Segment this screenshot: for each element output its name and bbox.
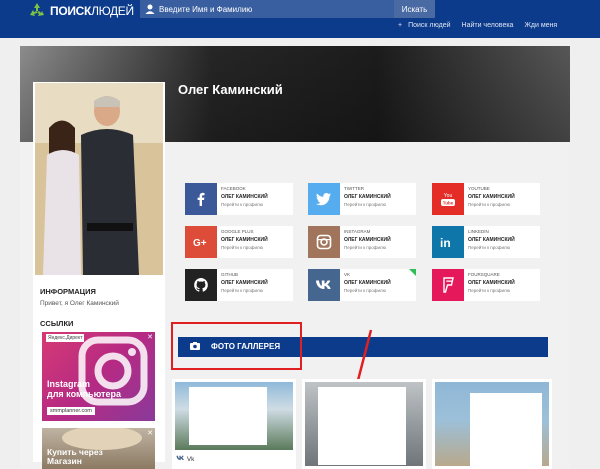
- search-box: [140, 0, 394, 18]
- social-network: VK: [344, 272, 351, 277]
- social-go-link[interactable]: Перейти к профилю: [468, 202, 510, 207]
- ad-title-line2: для компьютера: [47, 389, 121, 399]
- social-go-link[interactable]: Перейти к профилю: [344, 245, 386, 250]
- logo-text-thin: ЛЮДЕЙ: [91, 3, 134, 18]
- social-username: ОЛЕГ КАМИНСКИЙ: [221, 237, 268, 243]
- social-go-link[interactable]: Перейти к профилю: [468, 245, 510, 250]
- google-plus-icon: G+: [185, 226, 217, 258]
- gallery-photo-3[interactable]: [432, 379, 552, 469]
- github-icon: [185, 269, 217, 301]
- vk-icon: [176, 455, 184, 460]
- social-tile-youtube[interactable]: You Tube YOUTUBE ОЛЕГ КАМИНСКИЙ Перейти к…: [432, 183, 540, 215]
- vk-icon: [308, 269, 340, 301]
- ad-banner-2[interactable]: ✕ Купить через Магазин: [42, 428, 155, 469]
- linkedin-icon: in: [432, 226, 464, 258]
- social-username: ОЛЕГ КАМИНСКИЙ: [221, 280, 268, 286]
- info-text: Привет, я Олег Каминский: [40, 300, 119, 307]
- social-network: GITHUB: [221, 272, 239, 277]
- recycle-logo-icon: [30, 3, 44, 16]
- social-username: ОЛЕГ КАМИНСКИЙ: [344, 194, 391, 200]
- social-tile-twitter[interactable]: TWITTER ОЛЕГ КАМИНСКИЙ Перейти к профилю: [308, 183, 416, 215]
- gallery-photo-2[interactable]: [302, 379, 426, 469]
- redacted-area: [470, 393, 542, 469]
- social-tile-linkedin[interactable]: in LINKEDIN ОЛЕГ КАМИНСКИЙ Перейти к про…: [432, 226, 540, 258]
- social-network: LINKEDIN: [468, 229, 489, 234]
- profile-photo[interactable]: [35, 83, 163, 275]
- nav-item-search-people[interactable]: Поиск людей: [408, 22, 450, 29]
- person-icon: [145, 4, 155, 14]
- social-tile-facebook[interactable]: FACEBOOK ОЛЕГ КАМИНСКИЙ Перейти к профил…: [185, 183, 293, 215]
- profile-name: Олег Каминский: [178, 82, 283, 97]
- top-nav: + Поиск людей Найти человека Жди меня: [398, 22, 568, 29]
- social-username: ОЛЕГ КАМИНСКИЙ: [344, 237, 391, 243]
- logo-text-bold: ПОИСК: [50, 3, 92, 18]
- social-tile-instagram[interactable]: INSTAGRAM ОЛЕГ КАМИНСКИЙ Перейти к профи…: [308, 226, 416, 258]
- active-marker: [409, 269, 416, 276]
- redacted-area: [189, 387, 267, 445]
- nav-plus[interactable]: +: [398, 22, 402, 29]
- links-title: ССЫЛКИ: [40, 319, 74, 328]
- ad-badge: Яндекс.Директ: [46, 334, 85, 342]
- social-go-link[interactable]: Перейти к профилю: [221, 245, 263, 250]
- ad-banner-instagram[interactable]: Яндекс.Директ ✕ Instagram для компьютера…: [42, 332, 155, 421]
- svg-text:You: You: [444, 193, 453, 199]
- social-network: TWITTER: [344, 186, 364, 191]
- ad-title-line1: Instagram: [47, 379, 91, 389]
- social-tile-vk[interactable]: VK ОЛЕГ КАМИНСКИЙ Перейти к профилю: [308, 269, 416, 301]
- search-button[interactable]: Искать: [394, 0, 435, 18]
- social-go-link[interactable]: Перейти к профилю: [344, 202, 386, 207]
- logo-text: ПОИСКЛЮДЕЙ: [50, 4, 134, 18]
- svg-text:G+: G+: [193, 238, 207, 248]
- twitter-icon: [308, 183, 340, 215]
- youtube-icon: You Tube: [432, 183, 464, 215]
- profile-photo-image: [35, 83, 163, 275]
- gallery-photo-1[interactable]: Vk: [172, 379, 296, 469]
- social-network: INSTAGRAM: [344, 229, 371, 234]
- svg-text:in: in: [440, 236, 451, 249]
- info-title: ИНФОРМАЦИЯ: [40, 287, 96, 296]
- social-username: ОЛЕГ КАМИНСКИЙ: [344, 280, 391, 286]
- social-username: ОЛЕГ КАМИНСКИЙ: [468, 237, 515, 243]
- ad-title: Instagram для компьютера: [47, 379, 121, 399]
- social-go-link[interactable]: Перейти к профилю: [468, 288, 510, 293]
- social-go-link[interactable]: Перейти к профилю: [344, 288, 386, 293]
- social-network: YOUTUBE: [468, 186, 490, 191]
- nav-item-find-person[interactable]: Найти человека: [462, 22, 514, 29]
- svg-text:Tube: Tube: [443, 201, 454, 206]
- social-username: ОЛЕГ КАМИНСКИЙ: [468, 194, 515, 200]
- gallery-caption-text: Vk: [186, 456, 195, 463]
- search-input[interactable]: [159, 4, 389, 14]
- instagram-icon: [308, 226, 340, 258]
- ad-link[interactable]: smmplanner.com: [47, 407, 95, 415]
- social-tile-foursquare[interactable]: FOURSQUARE ОЛЕГ КАМИНСКИЙ Перейти к проф…: [432, 269, 540, 301]
- social-username: ОЛЕГ КАМИНСКИЙ: [468, 280, 515, 286]
- social-network: GOOGLE PLUS: [221, 229, 254, 234]
- social-network: FACEBOOK: [221, 186, 246, 191]
- social-username: ОЛЕГ КАМИНСКИЙ: [221, 194, 268, 200]
- social-tile-google-plus[interactable]: G+ GOOGLE PLUS ОЛЕГ КАМИНСКИЙ Перейти к …: [185, 226, 293, 258]
- site-logo[interactable]: ПОИСКЛЮДЕЙ: [28, 2, 134, 19]
- close-icon[interactable]: ✕: [147, 429, 153, 437]
- redacted-area: [318, 387, 406, 465]
- ad2-title: Купить через Магазин: [47, 448, 103, 466]
- close-icon[interactable]: ✕: [147, 333, 153, 341]
- gallery-caption: Vk: [176, 455, 194, 463]
- social-go-link[interactable]: Перейти к профилю: [221, 288, 263, 293]
- facebook-icon: [185, 183, 217, 215]
- ad2-title-line2: Магазин: [47, 456, 82, 466]
- social-network: FOURSQUARE: [468, 272, 500, 277]
- social-tile-github[interactable]: GITHUB ОЛЕГ КАМИНСКИЙ Перейти к профилю: [185, 269, 293, 301]
- highlight-annotation-box: [171, 322, 302, 370]
- nav-item-wait-for-me[interactable]: Жди меня: [524, 22, 557, 29]
- social-go-link[interactable]: Перейти к профилю: [221, 202, 263, 207]
- foursquare-icon: [432, 269, 464, 301]
